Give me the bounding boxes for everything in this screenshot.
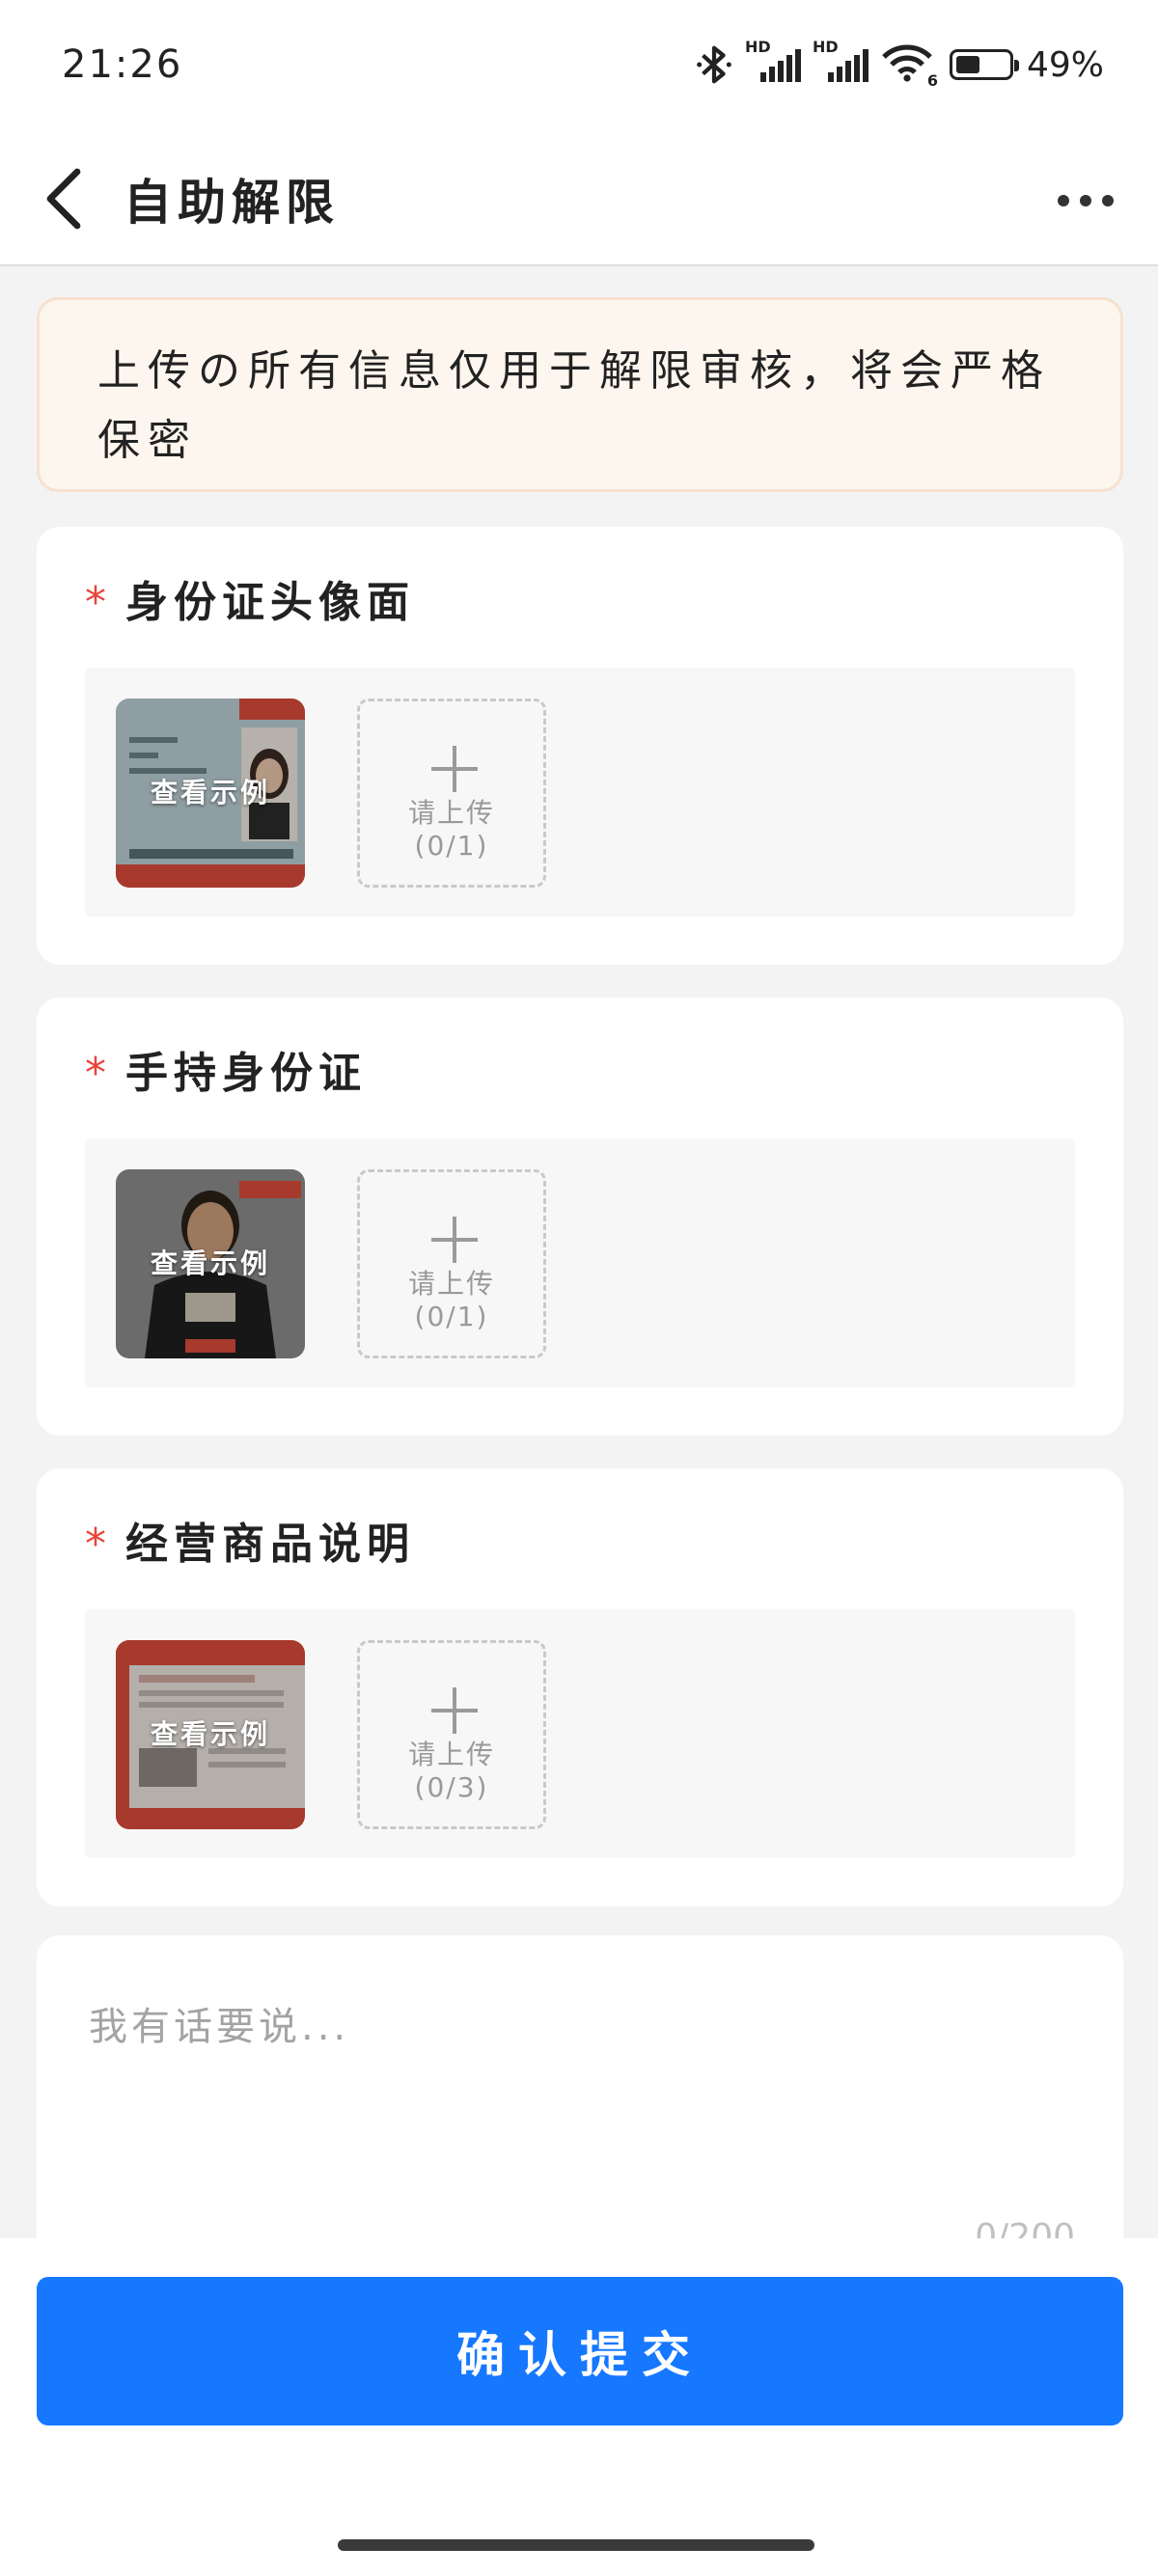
signal-icon-2: HD — [813, 38, 868, 82]
section-title: * 身份证头像面 — [85, 578, 415, 627]
upload-label: 请上传 — [407, 1268, 495, 1300]
status-icons: HD HD 6 49% — [695, 38, 1104, 90]
required-mark: * — [85, 1049, 112, 1098]
upload-count: (0/3) — [414, 1771, 489, 1803]
upload-count: (0/1) — [414, 1301, 489, 1332]
signal-icon-1: HD — [745, 38, 801, 82]
example-label: 查看示例 — [150, 1718, 270, 1750]
bluetooth-icon — [697, 45, 731, 84]
remark-textarea[interactable]: 我有话要说... 0/200 — [37, 1935, 1123, 2257]
more-icon[interactable] — [1052, 181, 1119, 220]
page-title: 自助解限 — [124, 175, 340, 231]
battery-icon — [949, 49, 1019, 80]
upload-button[interactable]: 请上传 (0/1) — [357, 1169, 546, 1358]
status-bar: 21:26 HD HD 6 49% — [0, 0, 1158, 135]
upload-area: 查看示例 请上传 (0/1) — [85, 1138, 1075, 1387]
upload-label: 请上传 — [407, 1739, 495, 1770]
wifi-icon: 6 — [882, 43, 938, 90]
section-title: * 经营商品说明 — [85, 1520, 415, 1569]
upload-label: 请上传 — [407, 797, 495, 829]
section-title: * 手持身份证 — [85, 1049, 367, 1098]
example-label: 查看示例 — [150, 1247, 270, 1279]
plus-icon — [431, 1687, 478, 1734]
example-thumbnail-id-front[interactable]: 查看示例 — [116, 699, 305, 888]
home-indicator[interactable] — [338, 2539, 814, 2551]
upload-area: 查看示例 请上传 (0/3) — [85, 1609, 1075, 1858]
upload-button[interactable]: 请上传 (0/1) — [357, 699, 546, 888]
privacy-notice-text: 上传の所有信息仅用于解限审核，将会严格保密 — [97, 346, 1051, 465]
example-thumbnail-hold-id[interactable]: 查看示例 — [116, 1169, 305, 1358]
plus-icon — [431, 746, 478, 792]
bottom-bar: 确认提交 — [0, 2238, 1158, 2576]
status-time: 21:26 — [62, 42, 183, 87]
required-mark: * — [85, 1520, 112, 1569]
example-thumbnail-product[interactable]: 查看示例 — [116, 1640, 305, 1829]
battery-percent: 49% — [1026, 44, 1104, 85]
upload-area: 查看示例 请上传 (0/1) — [85, 668, 1075, 917]
section-id-front: * 身份证头像面 查看示例 请上传 (0/1) — [37, 527, 1123, 965]
upload-button[interactable]: 请上传 (0/3) — [357, 1640, 546, 1829]
section-product-description: * 经营商品说明 查看示例 请上传 (0/3) — [37, 1468, 1123, 1906]
submit-button[interactable]: 确认提交 — [37, 2277, 1123, 2425]
nav-bar: 自助解限 — [0, 135, 1158, 266]
section-hold-id: * 手持身份证 查看示例 请上传 (0/1) — [37, 998, 1123, 1436]
example-label: 查看示例 — [150, 777, 270, 808]
required-mark: * — [85, 578, 112, 627]
plus-icon — [431, 1217, 478, 1263]
upload-count: (0/1) — [414, 830, 489, 862]
remark-placeholder: 我有话要说... — [89, 2005, 350, 2049]
privacy-notice: 上传の所有信息仅用于解限审核，将会严格保密 — [37, 297, 1123, 492]
back-arrow-icon[interactable] — [35, 160, 93, 237]
